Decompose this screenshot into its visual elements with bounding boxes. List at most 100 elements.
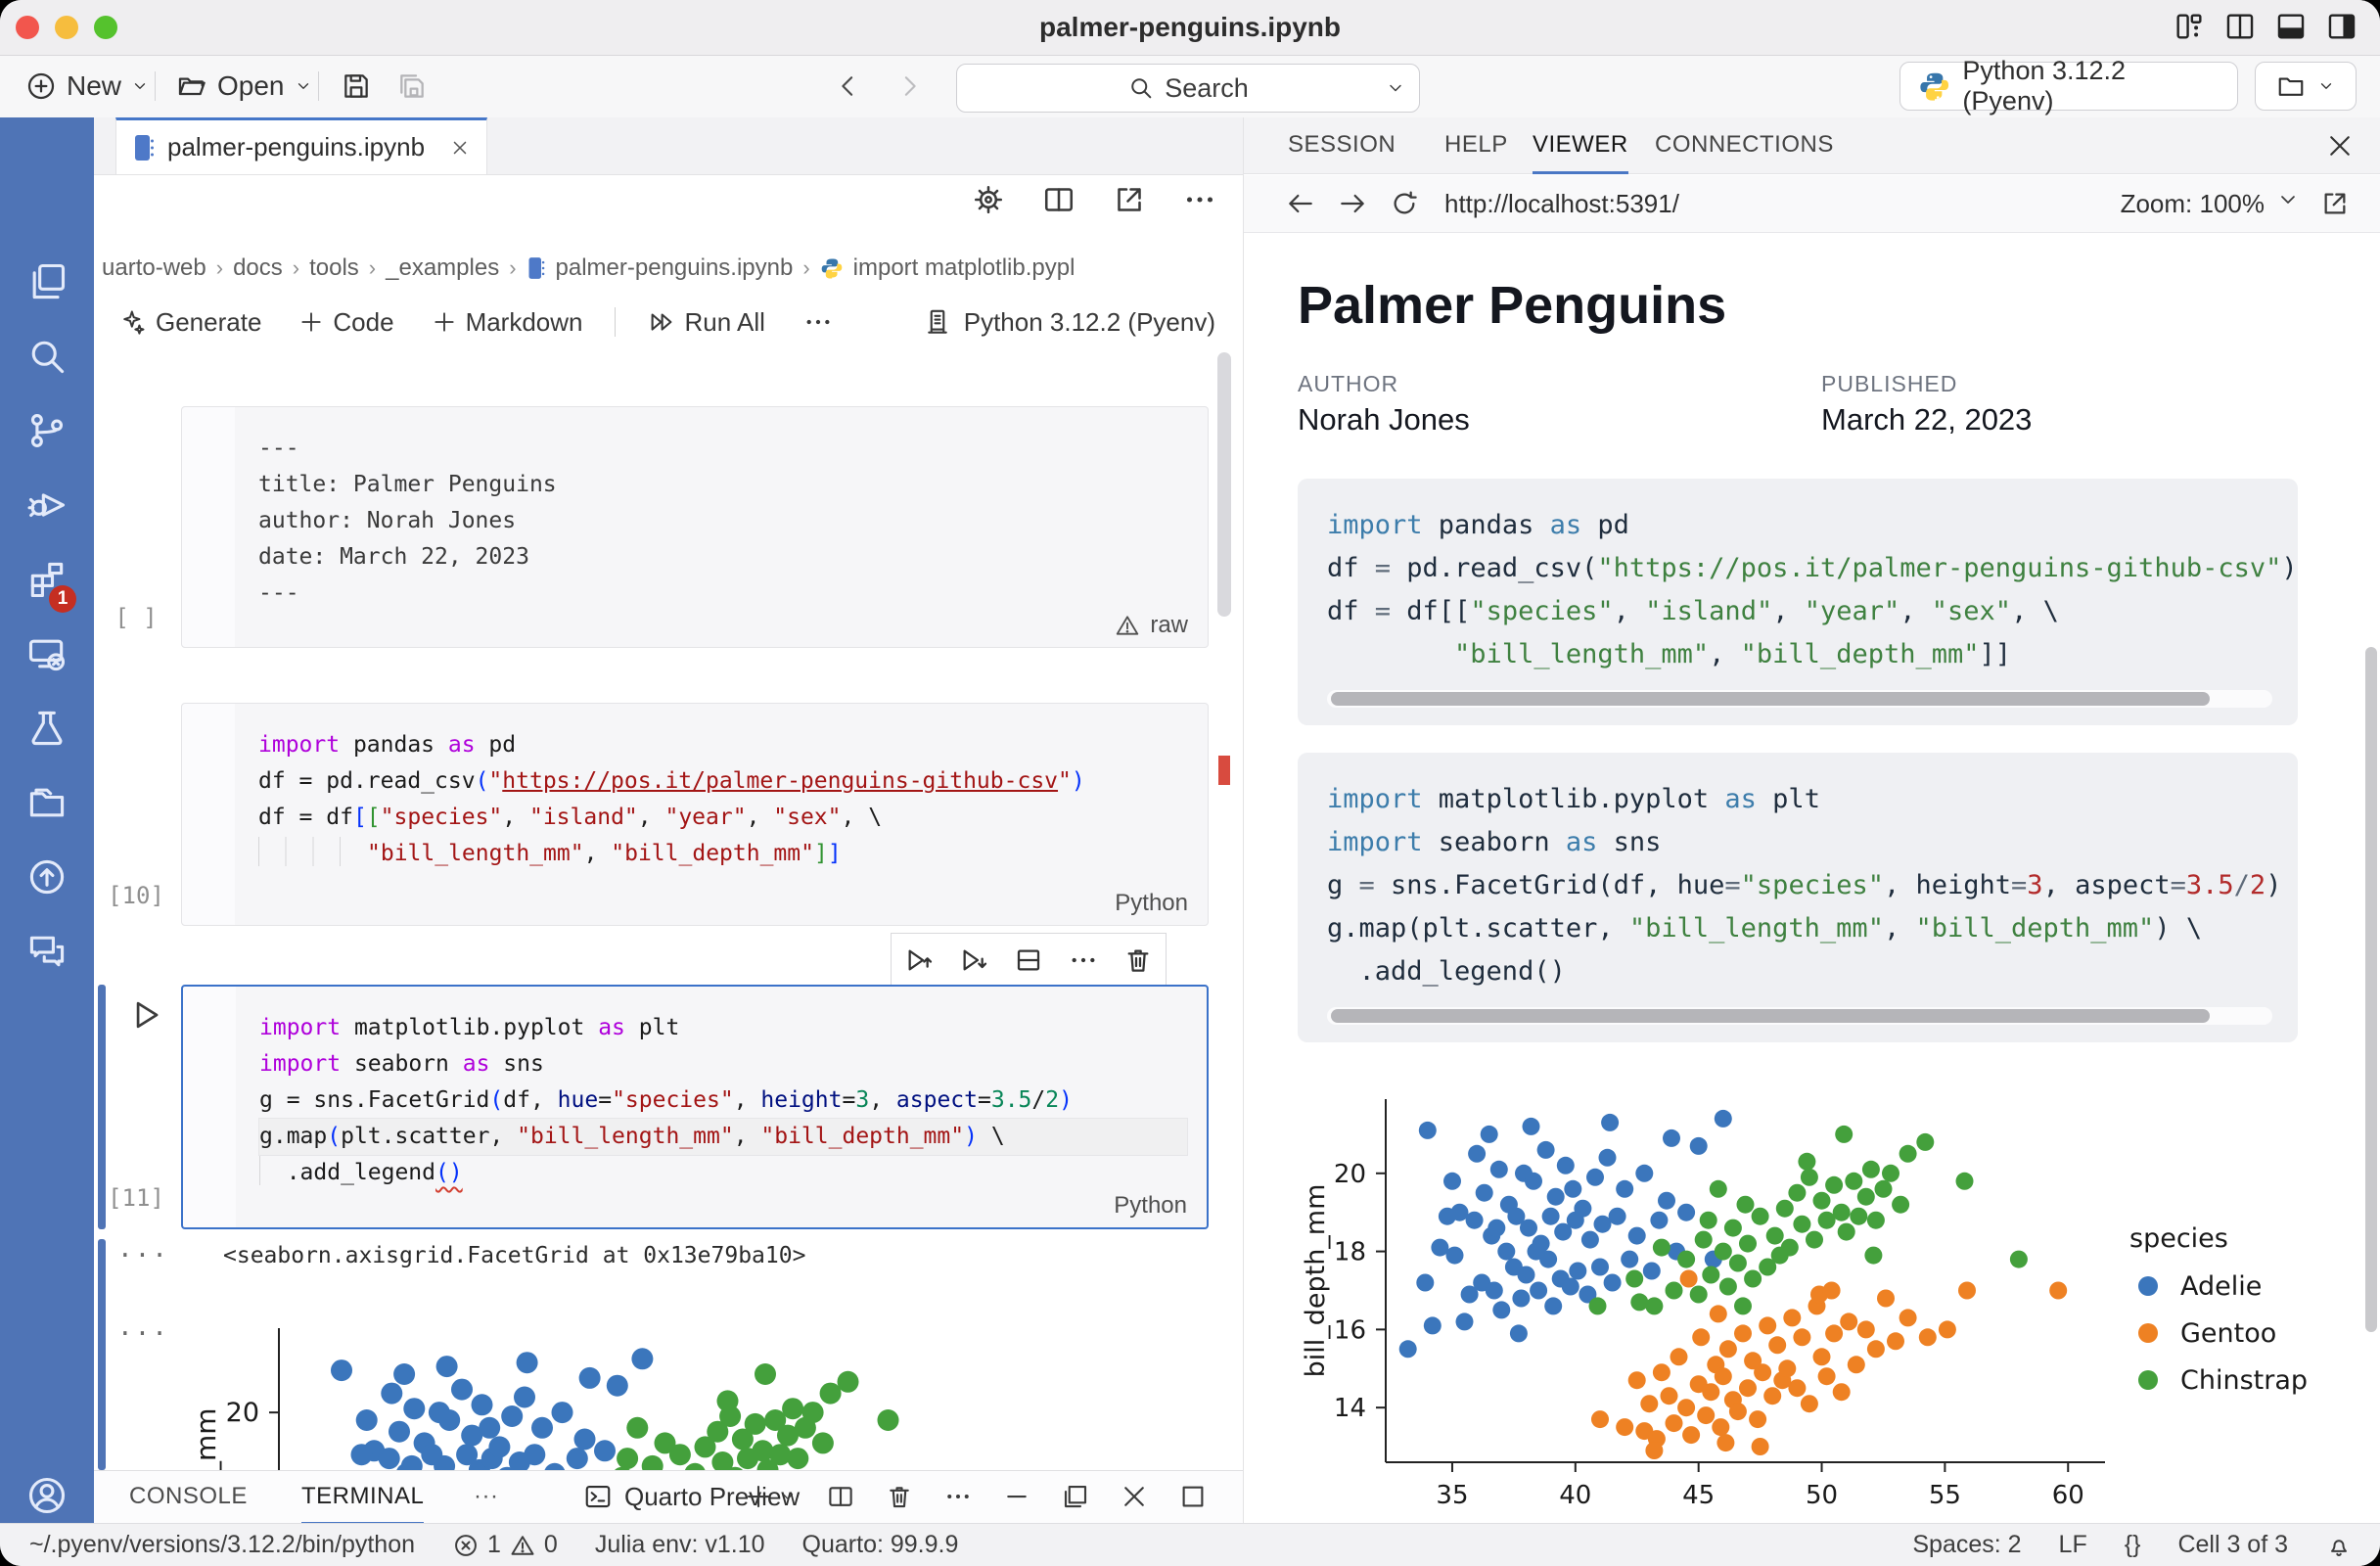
notebook-cell-seaborn[interactable]: import matplotlib.pyplot as pltimport se…: [181, 985, 1209, 1229]
tab-console[interactable]: CONSOLE: [129, 1471, 248, 1522]
new-terminal-icon[interactable]: [744, 1482, 797, 1511]
code-scrollbar[interactable]: [1327, 1007, 2272, 1025]
tab-connections[interactable]: CONNECTIONS: [1655, 117, 1834, 171]
source-control-icon[interactable]: [25, 409, 69, 452]
code-scrollbar[interactable]: [1327, 690, 2272, 708]
maximize-panel-icon[interactable]: [1178, 1482, 1208, 1511]
problems-status[interactable]: 1 0: [452, 1531, 558, 1559]
interpreter-path[interactable]: ~/.pyenv/versions/3.12.2/bin/python: [29, 1531, 415, 1559]
split-editor-icon[interactable]: [1041, 182, 1076, 217]
minimize-panel-icon[interactable]: [1002, 1482, 1031, 1511]
more-notebook-actions[interactable]: [791, 306, 846, 338]
scatter-point: [389, 1421, 410, 1443]
viewer-back-icon[interactable]: [1285, 188, 1316, 219]
run-all-button[interactable]: Run All: [635, 307, 777, 338]
output-collapse-handle[interactable]: ···: [117, 1241, 169, 1270]
more-panel-actions-icon[interactable]: [943, 1482, 973, 1511]
cell-code[interactable]: import matplotlib.pyplot as pltimport se…: [183, 987, 1207, 1201]
close-tab-icon[interactable]: [449, 137, 471, 159]
split-cell-icon[interactable]: [1013, 944, 1044, 976]
quarto-version-status[interactable]: Quarto: 99.9.9: [802, 1531, 959, 1559]
cell-language-label[interactable]: Python: [1115, 890, 1188, 917]
nav-forward-button[interactable]: [894, 64, 924, 109]
tab-palmer-penguins[interactable]: palmer-penguins.ipynb: [115, 117, 487, 174]
scatter-point: [617, 1448, 638, 1469]
explorer-icon[interactable]: [25, 260, 69, 303]
add-code-cell-button[interactable]: Code: [287, 307, 405, 338]
output-collapse-handle[interactable]: ···: [117, 1319, 169, 1349]
chevron-down-icon[interactable]: [2276, 188, 2300, 211]
close-panel-icon[interactable]: [2325, 131, 2355, 161]
folder-sidebar-icon[interactable]: [25, 781, 69, 824]
generate-button[interactable]: Generate: [108, 307, 273, 338]
open-button[interactable]: Open: [176, 64, 312, 109]
restore-panel-icon[interactable]: [1061, 1482, 1090, 1511]
julia-env-status[interactable]: Julia env: v1.10: [595, 1531, 765, 1559]
split-editor-layout-icon[interactable]: [2223, 10, 2257, 43]
tab-viewer[interactable]: VIEWER: [1533, 117, 1628, 174]
viewer-reload-icon[interactable]: [1389, 188, 1420, 219]
new-button[interactable]: New: [25, 64, 149, 109]
add-markdown-cell-button[interactable]: Markdown: [420, 307, 595, 338]
run-cell-button[interactable]: [127, 996, 164, 1034]
viewer-zoom-level[interactable]: Zoom: 100%: [2121, 189, 2265, 219]
editor-scrollbar-thumb[interactable]: [1217, 352, 1231, 617]
comments-icon[interactable]: [25, 930, 69, 973]
notebook-cell-raw[interactable]: ---title: Palmer Penguinsauthor: Norah J…: [181, 406, 1209, 648]
kill-terminal-icon[interactable]: [885, 1482, 914, 1511]
toggle-secondary-sidebar-icon[interactable]: [2325, 10, 2358, 43]
scatter-point: [1715, 1243, 1732, 1261]
more-cell-actions-icon[interactable]: [1068, 944, 1099, 976]
workspace-selector[interactable]: [2255, 62, 2357, 111]
search-sidebar-icon[interactable]: [25, 335, 69, 378]
eol-status[interactable]: LF: [2059, 1531, 2087, 1559]
toggle-panel-icon[interactable]: [2274, 10, 2308, 43]
save-all-button[interactable]: [396, 64, 428, 109]
tab-terminal[interactable]: TERMINAL: [301, 1471, 424, 1525]
notebook-cell-pandas[interactable]: import pandas as pddf = pd.read_csv("htt…: [181, 703, 1209, 926]
breadcrumb-item[interactable]: uarto-web: [102, 254, 206, 282]
customize-layout-icon[interactable]: [2173, 10, 2206, 43]
breadcrumb-item[interactable]: import matplotlib.pypl: [853, 254, 1076, 282]
breadcrumb-item[interactable]: docs: [233, 254, 283, 282]
run-above-icon[interactable]: [903, 944, 935, 976]
viewer-url[interactable]: http://localhost:5391/: [1444, 189, 1679, 219]
open-external-icon[interactable]: [1112, 182, 1147, 217]
viewer-scrollbar-thumb[interactable]: [2365, 647, 2377, 1332]
account-icon[interactable]: [25, 1474, 69, 1517]
search-input[interactable]: Search: [956, 64, 1420, 113]
more-panel-tabs[interactable]: ···: [474, 1471, 498, 1522]
scatter-point: [1825, 1176, 1843, 1194]
tab-session[interactable]: SESSION: [1288, 117, 1396, 171]
chevron-down-icon[interactable]: [1386, 78, 1405, 98]
scatter-point: [1650, 1212, 1668, 1229]
run-debug-icon[interactable]: [25, 484, 69, 527]
tab-help[interactable]: HELP: [1444, 117, 1508, 171]
notifications-bell-icon[interactable]: [2325, 1532, 2353, 1559]
cell-code[interactable]: import pandas as pddf = pd.read_csv("htt…: [182, 704, 1208, 882]
split-terminal-icon[interactable]: [826, 1482, 855, 1511]
kernel-selector[interactable]: Python 3.12.2 (Pyenv): [923, 296, 1215, 348]
open-in-browser-icon[interactable]: [2319, 188, 2351, 219]
publish-icon[interactable]: [25, 855, 69, 898]
breadcrumb-item[interactable]: palmer-penguins.ipynb: [556, 254, 794, 282]
nav-back-button[interactable]: [834, 64, 863, 109]
indentation-status[interactable]: Spaces: 2: [1912, 1531, 2021, 1559]
delete-cell-icon[interactable]: [1122, 944, 1154, 976]
notebook-settings-gear-icon[interactable]: [971, 182, 1006, 217]
cell-language-label[interactable]: Python: [1114, 1192, 1187, 1220]
run-below-icon[interactable]: [958, 944, 989, 976]
close-panel-icon[interactable]: [1120, 1482, 1149, 1511]
cell-language[interactable]: raw: [1115, 612, 1188, 639]
save-button[interactable]: [341, 64, 372, 109]
remote-explorer-icon[interactable]: [25, 632, 69, 675]
interpreter-selector[interactable]: Python 3.12.2 (Pyenv): [1899, 62, 2238, 111]
testing-icon[interactable]: [25, 707, 69, 750]
cell-code[interactable]: ---title: Palmer Penguinsauthor: Norah J…: [182, 407, 1208, 622]
cell-position-status[interactable]: Cell 3 of 3: [2177, 1531, 2288, 1559]
viewer-forward-icon[interactable]: [1337, 188, 1368, 219]
more-actions-icon[interactable]: [1182, 182, 1217, 217]
language-braces-status[interactable]: {}: [2125, 1531, 2141, 1559]
breadcrumb-item[interactable]: _examples: [386, 254, 499, 282]
breadcrumb-item[interactable]: tools: [309, 254, 359, 282]
